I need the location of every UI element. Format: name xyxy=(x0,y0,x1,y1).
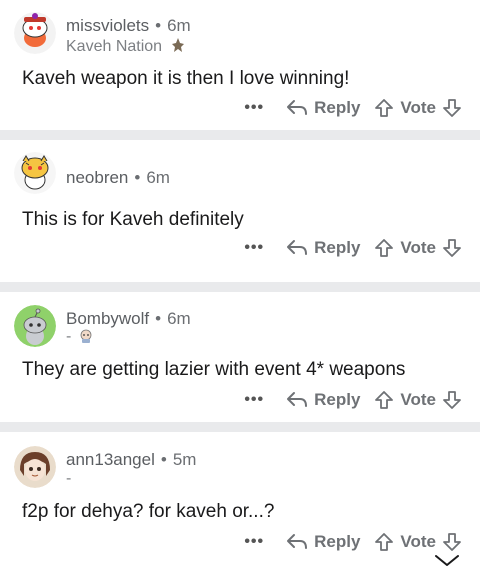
flair-text: Kaveh Nation xyxy=(66,38,163,55)
user-flair: Kaveh Nation xyxy=(66,37,185,56)
comment-meta: neobren • 6m xyxy=(66,168,170,188)
flair-text: - xyxy=(66,328,72,345)
comment-meta: Bombywolf • 6m xyxy=(66,309,191,329)
vote-label: Vote xyxy=(400,532,436,551)
downvote-arrow-icon[interactable] xyxy=(442,532,462,552)
reply-arrow-icon xyxy=(286,99,308,117)
comment-body: Kaveh weapon it is then I love winning! xyxy=(22,68,350,89)
downvote-arrow-icon[interactable] xyxy=(442,98,462,118)
comment-body: They are getting lazier with event 4* we… xyxy=(22,359,406,380)
comment: missviolets • 6m Kaveh Nation Kaveh weapon… xyxy=(0,0,480,130)
comment-divider xyxy=(0,130,480,140)
reply-label: Reply xyxy=(314,532,361,551)
flair-emblem-icon xyxy=(171,37,185,53)
separator-dot: • xyxy=(155,16,162,35)
downvote-arrow-icon[interactable] xyxy=(442,390,462,410)
upvote-arrow-icon[interactable] xyxy=(374,390,394,410)
flair-emoji-icon xyxy=(78,328,94,344)
vote-label: Vote xyxy=(400,238,436,257)
vote-control: Vote xyxy=(374,532,462,552)
username[interactable]: ann13angel xyxy=(66,450,155,469)
comment-actions: ••• Reply Vote xyxy=(244,234,462,262)
comment-body: f2p for dehya? for kaveh or...? xyxy=(22,501,275,522)
timestamp: 6m xyxy=(167,16,191,35)
comment-meta: missviolets • 6m xyxy=(66,16,191,36)
more-options-button[interactable]: ••• xyxy=(244,99,264,117)
comment-actions: ••• Reply Vote xyxy=(244,386,462,414)
more-options-button[interactable]: ••• xyxy=(244,391,264,409)
reply-label: Reply xyxy=(314,390,361,409)
username[interactable]: missviolets xyxy=(66,16,149,35)
separator-dot: • xyxy=(160,450,167,469)
vote-label: Vote xyxy=(400,390,436,409)
comment-divider xyxy=(0,282,480,292)
reply-button[interactable]: Reply xyxy=(286,98,360,118)
vote-control: Vote xyxy=(374,98,462,118)
comment-actions: ••• Reply Vote xyxy=(244,528,462,556)
vote-label: Vote xyxy=(400,98,436,117)
timestamp: 6m xyxy=(146,168,170,187)
comment-body: This is for Kaveh definitely xyxy=(22,209,244,230)
vote-control: Vote xyxy=(374,238,462,258)
timestamp: 6m xyxy=(167,309,191,328)
comment: Bombywolf • 6m - They are getting lazier w… xyxy=(0,292,480,422)
upvote-arrow-icon[interactable] xyxy=(374,98,394,118)
avatar[interactable] xyxy=(14,152,56,194)
reply-button[interactable]: Reply xyxy=(286,390,360,410)
timestamp: 5m xyxy=(172,450,197,469)
reply-label: Reply xyxy=(314,238,361,257)
upvote-arrow-icon[interactable] xyxy=(374,532,394,552)
reply-arrow-icon xyxy=(286,533,308,551)
flair-text: - xyxy=(66,470,72,487)
reply-button[interactable]: Reply xyxy=(286,532,360,552)
more-options-button[interactable]: ••• xyxy=(244,239,264,257)
separator-dot: • xyxy=(134,168,141,187)
avatar[interactable] xyxy=(14,305,56,347)
comment: neobren • 6m This is for Kaveh definitely … xyxy=(0,140,480,282)
user-flair: - xyxy=(66,328,94,346)
downvote-arrow-icon[interactable] xyxy=(442,238,462,258)
upvote-arrow-icon[interactable] xyxy=(374,238,394,258)
user-flair: - xyxy=(66,470,71,488)
reply-button[interactable]: Reply xyxy=(286,238,360,258)
comment-meta: ann13angel • 5m xyxy=(66,450,196,470)
avatar[interactable] xyxy=(14,446,56,488)
username[interactable]: Bombywolf xyxy=(66,309,149,328)
reply-arrow-icon xyxy=(286,391,308,409)
vote-control: Vote xyxy=(374,390,462,410)
more-options-button[interactable]: ••• xyxy=(244,533,264,551)
reply-label: Reply xyxy=(314,98,361,117)
comment-actions: ••• Reply Vote xyxy=(244,94,462,122)
comment-divider xyxy=(0,422,480,432)
separator-dot: • xyxy=(155,309,162,328)
username[interactable]: neobren xyxy=(66,168,128,187)
avatar[interactable] xyxy=(14,12,56,54)
reply-arrow-icon xyxy=(286,239,308,257)
chevron-down-icon[interactable] xyxy=(434,554,460,566)
